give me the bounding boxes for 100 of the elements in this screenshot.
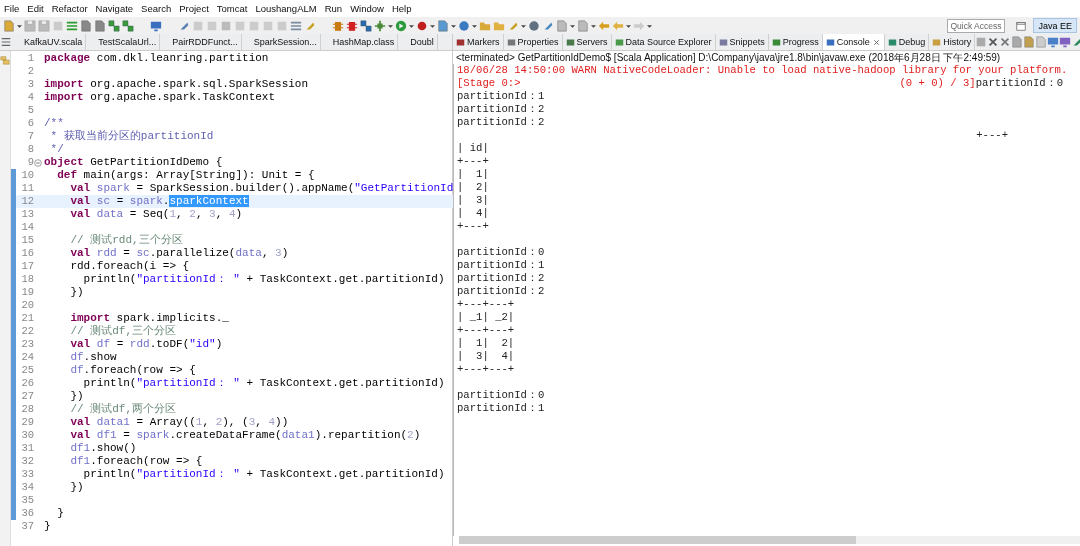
view-tab[interactable]: Properties [503,34,563,50]
line-number: 1 [26,52,34,65]
line-number: 20 [20,299,34,312]
menu-item[interactable]: File [4,3,20,14]
line-number: 37 [20,520,34,533]
line-number: 28 [20,403,34,416]
line-number: 26 [20,377,34,390]
code-line: import org.apache.spark.sql.SparkSession [44,78,309,91]
editor-tab[interactable]: PairRDDFunct... [160,34,242,50]
line-number: 6 [26,117,34,130]
line-number: 32 [20,455,34,468]
code-line: }) [69,481,84,494]
menu-item[interactable]: Tomcat [216,3,248,14]
line-number: 24 [20,351,34,364]
line-number: 25 [20,364,34,377]
view-tab[interactable]: Debug [884,34,930,50]
console-line: +---+ [457,220,489,233]
console-line: partitionId：2 [457,116,545,129]
code-line: import org.apache.spark.TaskContext [44,91,276,104]
line-number: 21 [20,312,34,325]
code-line: val data = Seq(1, 2, 3, 4) [69,208,243,221]
editor-tab[interactable]: SparkSession... [241,34,321,50]
menu-item[interactable]: Refactor [51,3,88,14]
code-line: val data1 = Array((1, 2), (3, 4)) [69,416,289,429]
code-line: /** [44,117,64,130]
view-tab[interactable]: Servers [562,34,612,50]
editor-tab[interactable]: Doubl [398,34,438,50]
view-tab[interactable]: Data Source Explorer [611,34,716,50]
line-number: 27 [20,390,34,403]
line-number: 7 [26,130,34,143]
console-line: [Stage 0:> [457,77,521,90]
code-line: df.show [69,351,117,364]
code-line: println("partitionId： " + TaskContext.get.partitionId) [82,377,445,390]
line-number: 17 [20,260,34,273]
code-line: val df = rdd.toDF("id") [69,338,223,351]
code-line: } [56,507,64,520]
menu-item[interactable]: Navigate [95,3,134,14]
view-tab[interactable]: Progress [768,34,823,50]
editor-tab[interactable]: TestScalaUrl... [86,34,161,50]
console-line: | 3| [457,194,489,207]
console-line: | 2| [457,181,489,194]
menu-item[interactable]: Search [141,3,172,14]
console-line: (0 + 0) / 3]partitionId：0 [899,77,1064,90]
menu-item[interactable]: LoushangALM [255,3,317,14]
menu-item[interactable]: Help [391,3,412,14]
console-line: | 3| 4| [457,350,515,363]
console-line: partitionId：1 [457,402,545,415]
perspective-button[interactable]: Java EE [1033,18,1077,33]
console-line: partitionId：1 [457,90,545,103]
view-tab[interactable]: History [929,34,976,50]
line-number: 15 [20,234,34,247]
line-number: 33 [20,468,34,481]
line-number: 19 [20,286,34,299]
code-line: * 获取当前分区的partitionId [49,130,214,143]
menu-item[interactable]: Edit [27,3,44,14]
console-line: partitionId：2 [457,103,545,116]
line-number: 35 [20,494,34,507]
view-tab[interactable]: Markers [453,34,504,50]
quick-access-field[interactable]: Quick Access [947,18,1006,33]
editor-tab[interactable]: KafkaUV.scala [12,34,87,50]
code-line: val spark = SparkSession.builder().appName("GetPartitionId [69,182,454,195]
console-line: +---+ [457,155,489,168]
view-tab[interactable]: Console [822,34,885,50]
line-number: 29 [20,416,34,429]
code-line: // 测试rdd,三个分区 [69,234,183,247]
menu-item[interactable]: Run [324,3,343,14]
code-line: df1.foreach(row => { [69,455,203,468]
console-line: +---+ [976,129,1008,142]
menu-item[interactable]: Project [179,3,209,14]
console-line: | 4| [457,207,489,220]
line-number: 23 [20,338,34,351]
console-line: partitionId：1 [457,259,545,272]
menu-item[interactable]: Window [350,3,384,14]
console-line: +---+---+ [457,363,515,376]
line-number: 9 [26,156,34,169]
line-number: 22 [20,325,34,338]
line-number: 14 [20,221,34,234]
code-line: val df1 = spark.createDataFrame(data1).repartition(2) [69,429,421,442]
console-line: | id| [457,142,489,155]
line-number: 30 [20,429,34,442]
view-tab[interactable]: Snippets [715,34,769,50]
code-line: val sc = spark.sparkContext [69,195,249,208]
code-line: } [44,520,51,533]
code-line: df.foreach(row => { [69,364,196,377]
code-line: object GetPartitionIdDemo { [44,156,223,169]
code-line: }) [69,286,84,299]
line-number: 18 [20,273,34,286]
line-number: 34 [20,481,34,494]
console-line: partitionId：2 [457,272,545,285]
code-line: package com.dkl.leanring.partition [44,52,269,65]
editor-tab[interactable]: HashMap.class [320,34,399,50]
code-line: df1.show() [69,442,137,455]
code-line: }) [69,390,84,403]
line-number: 8 [26,143,34,156]
line-number: 5 [26,104,34,117]
line-number: 10 [20,169,34,182]
console-line: | 1| [457,168,489,181]
code-line: // 测试df,三个分区 [69,325,176,338]
line-number: 11 [20,182,34,195]
code-line: val rdd = sc.parallelize(data, 3) [69,247,289,260]
